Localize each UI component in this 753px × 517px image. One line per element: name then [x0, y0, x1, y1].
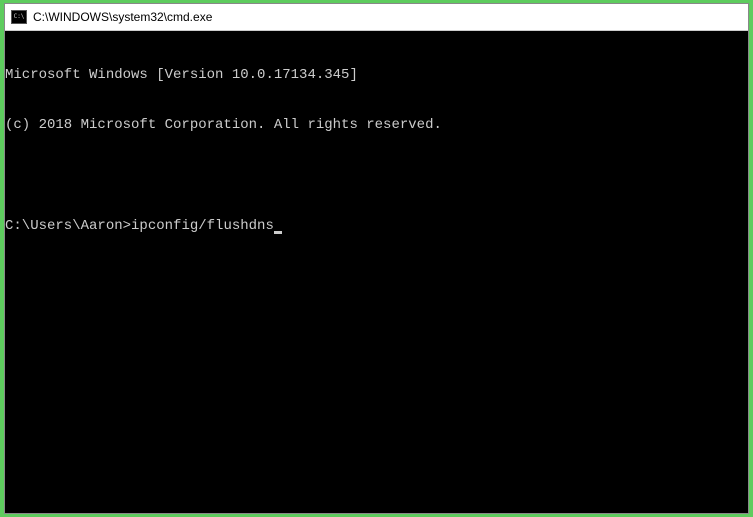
- titlebar[interactable]: C:\WINDOWS\system32\cmd.exe: [5, 4, 748, 31]
- output-line: (c) 2018 Microsoft Corporation. All righ…: [5, 117, 748, 134]
- cmd-window: C:\WINDOWS\system32\cmd.exe Microsoft Wi…: [4, 3, 749, 514]
- terminal-area[interactable]: Microsoft Windows [Version 10.0.17134.34…: [5, 31, 748, 513]
- prompt-line: C:\Users\Aaron>ipconfig/flushdns: [5, 218, 748, 235]
- window-title: C:\WINDOWS\system32\cmd.exe: [33, 10, 212, 24]
- prompt-text: C:\Users\Aaron>: [5, 218, 131, 235]
- output-line: [5, 168, 748, 185]
- cursor-icon: [274, 231, 282, 234]
- command-input[interactable]: ipconfig/flushdns: [131, 218, 274, 235]
- output-line: Microsoft Windows [Version 10.0.17134.34…: [5, 67, 748, 84]
- cmd-icon: [11, 10, 27, 24]
